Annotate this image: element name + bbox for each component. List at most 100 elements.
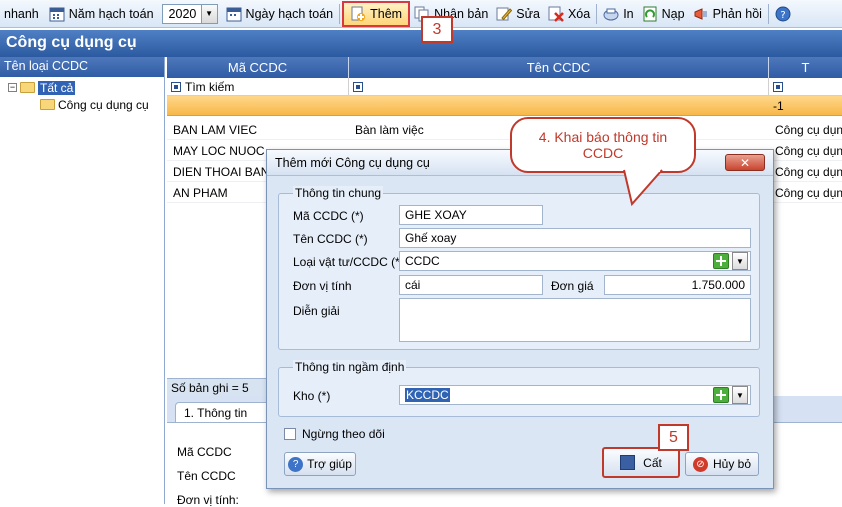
checkbox-box[interactable] [284,428,296,440]
help-button[interactable]: ? Trợ giúp [284,452,356,476]
filter-placeholder: Tìm kiếm [185,79,235,94]
cell-type: Công cụ dụng [775,186,842,200]
help-toolbar-button[interactable]: ? [771,2,799,26]
tree-node-all[interactable]: − Tất cả [0,79,164,96]
date-button[interactable]: Ngày hạch toán [222,2,338,26]
folder-icon [40,99,55,110]
edit-button[interactable]: Sửa [492,2,544,26]
print-label: In [623,6,634,21]
cancel-button-label: Hủy bỏ [712,457,752,471]
group-row-value: -1 [773,99,784,113]
add-label: Thêm [370,6,403,21]
dialog-title: Thêm mới Công cụ dụng cụ [275,155,430,170]
description-input[interactable] [399,298,751,342]
tree-node-tools[interactable]: Công cụ dụng cụ [0,96,164,113]
filter-operator-icon[interactable] [171,81,181,92]
calendar-icon [226,6,242,22]
stop-tracking-label: Ngừng theo dõi [302,427,385,441]
divider [767,3,769,24]
date-label: Ngày hạch toán [245,6,334,21]
cell-type: Công cụ dụng [775,144,842,158]
add-type-icon[interactable] [713,253,729,269]
default-info-group: Thông tin ngầm định Kho (*) KCCDC ▼ [278,360,760,417]
cell-type: Công cụ dụng [775,165,842,179]
filter-operator-icon[interactable] [353,81,363,92]
chevron-down-icon[interactable]: ▼ [732,386,748,404]
name-input[interactable]: Ghế xoay [399,228,751,248]
detail-label-name: Tên CCDC [177,469,236,483]
tree-node-all-label: Tất cả [38,80,76,95]
detail-label-code: Mã CCDC [177,445,232,459]
column-header-code[interactable]: Mã CCDC [167,57,349,78]
year-value: 2020 [168,6,197,21]
code-label: Mã CCDC (*) [293,209,364,223]
filter-name[interactable] [349,78,769,95]
stop-tracking-checkbox[interactable]: Ngừng theo dõi [284,427,385,441]
warehouse-value: KCCDC [405,388,450,402]
help-icon: ? [775,6,791,22]
filter-type[interactable] [769,78,842,95]
filter-operator-icon[interactable] [773,81,783,92]
delete-button[interactable]: Xóa [544,2,594,26]
edit-label: Sửa [516,6,540,21]
detail-label-unit: Đơn vị tính: [177,493,239,507]
load-label: Nạp [661,6,685,21]
chevron-down-icon[interactable]: ▼ [200,4,217,23]
grid-group-row[interactable]: -1 [167,96,842,116]
calendar-icon [49,6,65,22]
load-button[interactable]: Nạp [638,2,689,26]
close-icon[interactable]: ✕ [725,154,765,171]
price-label: Đơn giá [551,279,594,293]
category-tree: Tên loại CCDC − Tất cả Công cụ dụng cụ [0,57,165,504]
svg-text:?: ? [780,10,785,21]
general-info-group: Thông tin chung Mã CCDC (*) GHE XOAY Tên… [278,186,760,350]
unit-label: Đơn vị tính [293,279,352,293]
price-input[interactable]: 1.750.000 [604,275,751,295]
add-button[interactable]: Thêm [342,0,411,27]
tree-header: Tên loại CCDC [0,57,164,77]
quick-search-item[interactable]: nhanh [0,2,43,26]
type-label: Loại vật tư/CCDC (*) [293,255,404,269]
print-button[interactable]: In [599,2,637,26]
delete-icon [548,6,564,22]
chevron-down-icon[interactable]: ▼ [732,252,748,270]
type-select[interactable]: CCDC [399,251,751,271]
warehouse-select[interactable]: KCCDC [399,385,751,405]
tree-node-tools-label: Công cụ dụng cụ [58,97,149,112]
step-3-marker: 3 [421,16,453,43]
delete-label: Xóa [567,6,591,21]
group-title-general: Thông tin chung [293,186,384,200]
refresh-icon [642,6,658,22]
code-input[interactable]: GHE XOAY [399,205,543,225]
tab-general-info[interactable]: 1. Thông tin chung [175,402,275,434]
help-button-label: Trợ giúp [307,457,352,471]
collapse-icon[interactable]: − [8,83,17,92]
group-title-default: Thông tin ngầm định [293,360,407,374]
description-label: Diễn giải [293,304,340,318]
table-row[interactable]: BAN LAM VIEC Bàn làm việc Công cụ dụng [167,119,842,140]
quick-label: nhanh [4,6,39,21]
help-icon: ? [288,456,304,472]
year-select[interactable]: 2020 ▼ [161,3,218,24]
filter-row: Tìm kiếm [167,78,842,96]
megaphone-icon [693,6,709,22]
feedback-button[interactable]: Phản hồi [689,2,766,26]
add-document-icon [350,6,366,22]
filter-code[interactable]: Tìm kiếm [167,78,349,95]
add-warehouse-icon[interactable] [713,387,729,403]
cell-type: Công cụ dụng [775,123,842,137]
add-tool-dialog: Thêm mới Công cụ dụng cụ ✕ Thông tin chu… [266,149,774,489]
save-button[interactable]: Cất [602,447,680,478]
year-label: Năm hạch toán [68,6,154,21]
pencil-icon [496,6,513,22]
save-button-label: Cất [643,455,662,470]
step-5-marker: 5 [658,424,689,451]
unit-input[interactable]: cái [399,275,543,295]
column-header-type[interactable]: T [769,57,842,78]
grid-header: Mã CCDC Tên CCDC T [167,57,842,78]
year-label-item: Năm hạch toán [43,2,158,26]
column-header-name[interactable]: Tên CCDC [349,57,769,78]
cancel-button[interactable]: ⊘ Hủy bỏ [685,452,759,476]
floppy-disk-icon [620,455,636,470]
folder-open-icon [20,82,35,93]
